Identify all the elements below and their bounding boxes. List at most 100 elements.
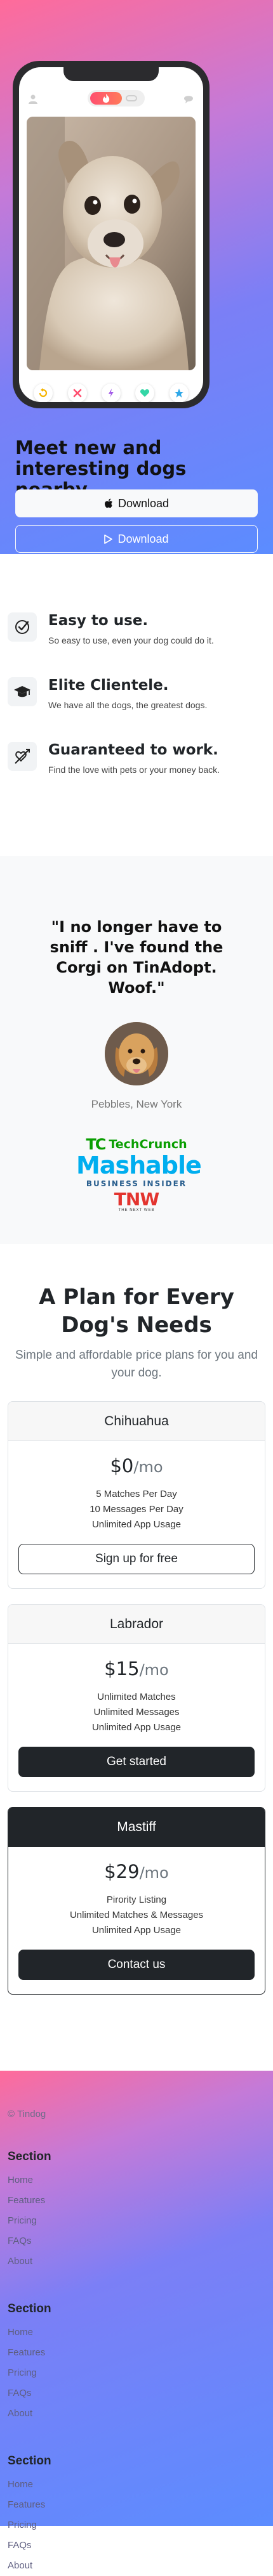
mashable-logo: Mashable <box>76 1151 202 1179</box>
plan-feature: 10 Messages Per Day <box>90 1504 183 1515</box>
feature-item: Guaranteed to work. Find the love with p… <box>8 742 273 806</box>
download-app-store-label: Download <box>117 496 170 510</box>
signup-free-button[interactable]: Sign up for free <box>18 1544 255 1574</box>
footer-link-pricing[interactable]: Pricing <box>8 2211 265 2231</box>
plan-feature: Unlimited App Usage <box>91 1722 182 1733</box>
plan-feature: Unlimited App Usage <box>91 1925 182 1936</box>
plan-price: $0/mo <box>18 1455 255 1477</box>
footer-link-home[interactable]: Home <box>8 2322 265 2343</box>
feature-text: We have all the dogs, the greatest dogs. <box>48 700 208 710</box>
rewind-icon <box>39 388 48 398</box>
footer-link-faqs[interactable]: FAQs <box>8 2535 265 2556</box>
plan-feature: Unlimited Matches <box>97 1692 176 1702</box>
get-started-button[interactable]: Get started <box>18 1747 255 1777</box>
plan-card-labrador: Labrador $15/mo Unlimited Matches Unlimi… <box>8 1604 265 1792</box>
feature-icon-box <box>8 742 37 771</box>
footer-link-about[interactable]: About <box>8 2251 265 2272</box>
footer-links: Home Features Pricing FAQs About <box>8 2170 265 2272</box>
boost-icon <box>108 389 114 398</box>
feature-text: So easy to use, even your dog could do i… <box>48 635 214 645</box>
pricing-section: A Plan for Every Dog's Needs Simple and … <box>0 1244 273 2071</box>
plan-price-period: /mo <box>133 1458 163 1476</box>
plan-card-chihuahua: Chihuahua $0/mo 5 Matches Per Day 10 Mes… <box>8 1401 265 1589</box>
feature-icon-box <box>8 677 37 706</box>
footer-section: Section Home Features Pricing FAQs About <box>8 2302 265 2424</box>
app-mode-toggle <box>88 90 145 107</box>
plan-name: Chihuahua <box>8 1402 265 1441</box>
footer-link-features[interactable]: Features <box>8 2343 265 2363</box>
footer-link-home[interactable]: Home <box>8 2475 265 2495</box>
footer-link-features[interactable]: Features <box>8 2191 265 2211</box>
features-section: Easy to use. So easy to use, even your d… <box>0 554 273 856</box>
flame-toggle-on <box>90 92 122 105</box>
footer-link-about[interactable]: About <box>8 2404 265 2424</box>
footer-link-about[interactable]: About <box>8 2556 265 2576</box>
plan-feature: Unlimited Matches & Messages <box>69 1910 204 1920</box>
footer-link-pricing[interactable]: Pricing <box>8 2363 265 2383</box>
plan-feature: Unlimited Messages <box>93 1707 180 1718</box>
like-button[interactable] <box>135 384 155 402</box>
pricing-plans: Chihuahua $0/mo 5 Matches Per Day 10 Mes… <box>0 1382 273 1995</box>
flame-icon <box>103 94 110 103</box>
toggle-off-indicator <box>126 95 137 101</box>
footer-links: Home Features Pricing FAQs About <box>8 2475 265 2576</box>
plan-features: Pirority Listing Unlimited Matches & Mes… <box>18 1893 255 1938</box>
plan-price-period: /mo <box>139 1864 169 1882</box>
plan-body: $15/mo Unlimited Matches Unlimited Messa… <box>8 1644 265 1791</box>
footer-section: Section Home Features Pricing FAQs About <box>8 2454 265 2576</box>
phone-notch <box>63 67 159 81</box>
superlike-button[interactable] <box>169 384 189 402</box>
plan-feature: Pirority Listing <box>106 1894 167 1905</box>
contact-us-button[interactable]: Contact us <box>18 1950 255 1980</box>
plan-card-mastiff: Mastiff $29/mo Pirority Listing Unlimite… <box>8 1807 265 1995</box>
press-logos: TC TechCrunch Mashable BUSINESS INSIDER … <box>76 1136 202 1212</box>
superlike-icon <box>174 389 183 398</box>
footer-heading: Section <box>8 2454 51 2468</box>
plan-price-amount: $0 <box>110 1455 134 1477</box>
plan-feature: Unlimited App Usage <box>91 1519 182 1530</box>
check-circle-icon <box>15 620 29 634</box>
footer-link-faqs[interactable]: FAQs <box>8 2231 265 2251</box>
phone-mockup <box>13 61 210 408</box>
feature-icon-box <box>8 612 37 642</box>
footer-section: Section Home Features Pricing FAQs About <box>8 2150 265 2272</box>
nope-button[interactable] <box>67 384 87 402</box>
plan-features: Unlimited Matches Unlimited Messages Unl… <box>18 1690 255 1735</box>
footer: © Tindog Section Home Features Pricing F… <box>0 2071 273 2571</box>
download-google-play-label: Download <box>117 532 169 545</box>
footer-heading: Section <box>8 2150 51 2163</box>
dog-illustration <box>27 117 196 370</box>
testimonial-quote: "I no longer have to sniff . I've found … <box>50 918 223 997</box>
nope-icon <box>73 389 81 398</box>
feature-title: Guaranteed to work. <box>48 742 218 758</box>
boost-button[interactable] <box>101 384 121 402</box>
graduation-cap-icon <box>14 686 30 697</box>
like-icon <box>140 389 150 397</box>
download-google-play-button[interactable]: Download <box>15 525 258 553</box>
hero-section: Meet new and interesting dogs nearby. Do… <box>0 0 273 554</box>
footer-link-home[interactable]: Home <box>8 2170 265 2191</box>
footer-link-faqs[interactable]: FAQs <box>8 2383 265 2404</box>
plan-price-amount: $15 <box>104 1658 140 1680</box>
pricing-subtitle: Simple and affordable price plans for yo… <box>15 1349 258 1380</box>
footer-links: Home Features Pricing FAQs About <box>8 2322 265 2424</box>
golden-retriever-avatar <box>105 1022 168 1085</box>
dog-profile-photo <box>27 117 196 370</box>
copyright: © Tindog <box>8 2109 46 2120</box>
tnw-logo: TNW <box>114 1189 159 1210</box>
download-app-store-button[interactable]: Download <box>15 489 258 517</box>
rewind-button[interactable] <box>34 384 53 402</box>
plan-body: $0/mo 5 Matches Per Day 10 Messages Per … <box>8 1441 265 1588</box>
feature-text: Find the love with pets or your money ba… <box>48 765 220 775</box>
apple-icon <box>104 498 112 508</box>
phone-screen <box>19 67 203 402</box>
feature-item: Easy to use. So easy to use, even your d… <box>8 612 273 677</box>
plan-features: 5 Matches Per Day 10 Messages Per Day Un… <box>18 1487 255 1532</box>
testimonial-section: "I no longer have to sniff . I've found … <box>0 856 273 1244</box>
footer-heading: Section <box>8 2302 51 2315</box>
plan-price: $29/mo <box>18 1861 255 1882</box>
footer-link-features[interactable]: Features <box>8 2495 265 2515</box>
footer-link-pricing[interactable]: Pricing <box>8 2515 265 2535</box>
pricing-title: A Plan for Every Dog's Needs <box>39 1285 234 1338</box>
feature-title: Easy to use. <box>48 612 149 629</box>
